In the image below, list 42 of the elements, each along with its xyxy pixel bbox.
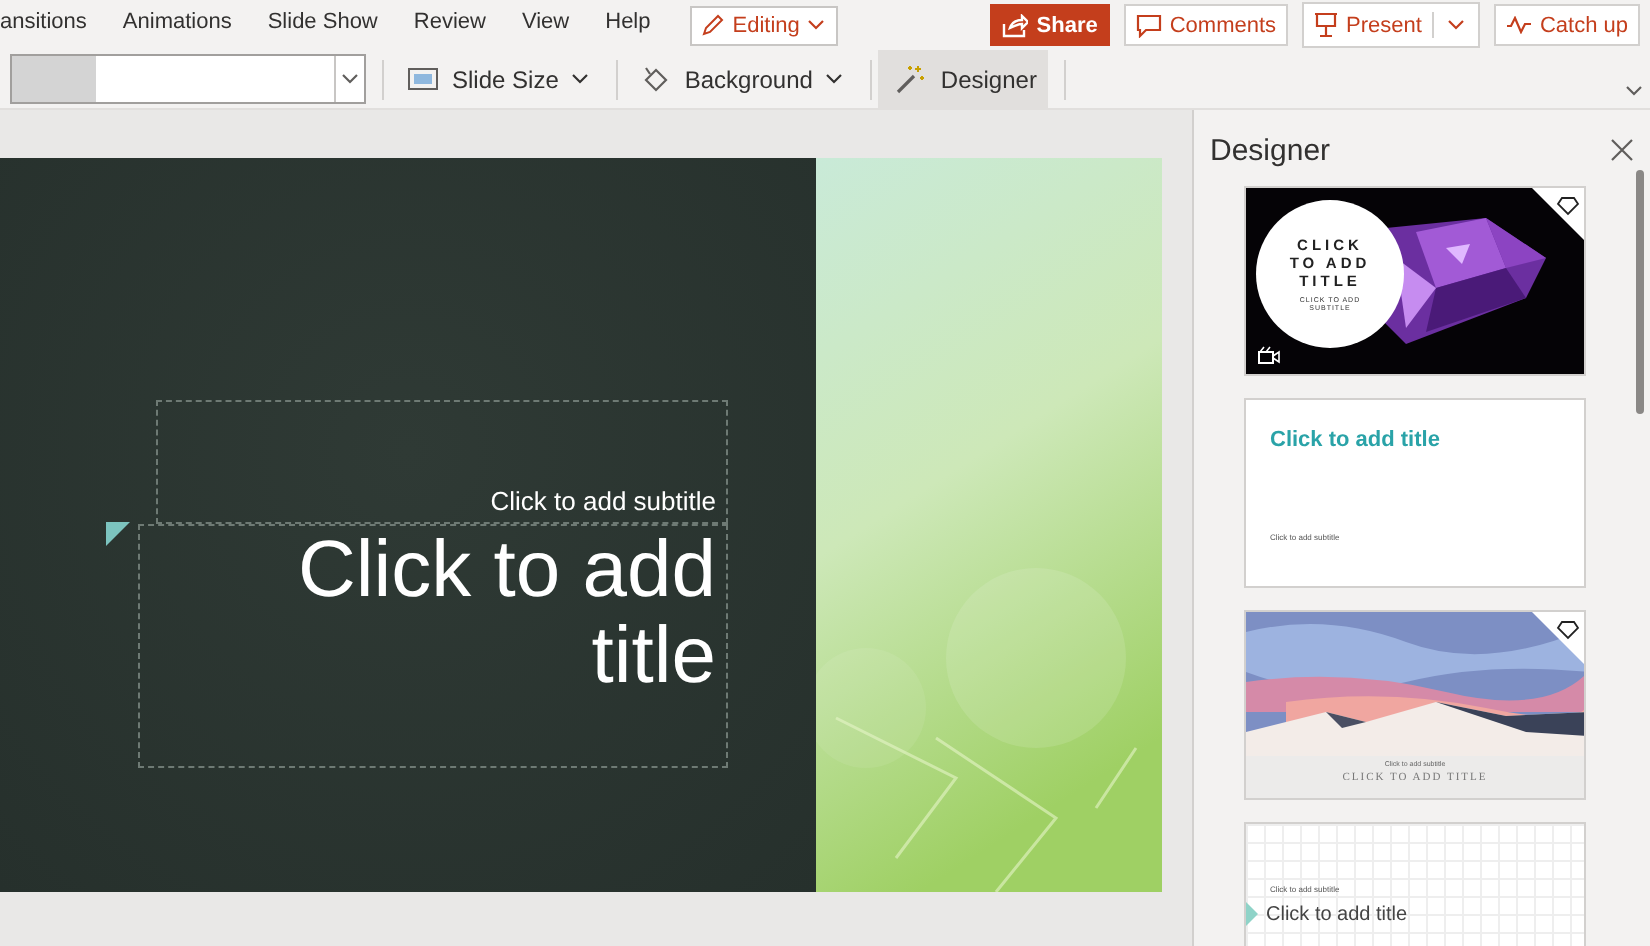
scrollbar-thumb[interactable]	[1636, 170, 1644, 414]
comment-icon	[1135, 13, 1162, 37]
premium-diamond-icon	[1532, 612, 1584, 664]
ribbon-tab[interactable]: View	[521, 10, 570, 34]
thumbnail-title: Click to add title	[1270, 428, 1442, 452]
toolbar-button[interactable]: Background	[624, 50, 855, 108]
ribbon-tab[interactable]: Review	[413, 10, 486, 34]
ribbon-tab[interactable]: Help	[605, 10, 651, 34]
caret-icon	[807, 20, 824, 30]
close-icon	[1610, 138, 1634, 162]
collapse-ribbon-icon	[1626, 86, 1642, 96]
presentation-icon	[1314, 12, 1339, 38]
comments-button[interactable]: Comments	[1123, 4, 1289, 46]
subtitle-placeholder[interactable]: Click to add subtitle	[156, 400, 728, 524]
close-button[interactable]	[1610, 138, 1634, 162]
caret-icon	[1447, 20, 1464, 30]
pane-title: Designer	[1210, 133, 1331, 167]
marker-icon	[1246, 902, 1258, 926]
variant-dropdown[interactable]	[10, 54, 366, 104]
video-icon	[1258, 346, 1280, 364]
pencil-icon	[702, 14, 725, 36]
share-icon	[1002, 13, 1029, 37]
thumbnail-title: Click to add title	[1266, 903, 1408, 925]
ribbon-tab[interactable]: Animations	[122, 10, 232, 34]
share-button[interactable]: Share	[990, 4, 1110, 46]
triangle-icon	[106, 522, 130, 546]
catch-up-button[interactable]: Catch up	[1493, 4, 1640, 46]
premium-diamond-icon	[1532, 188, 1584, 240]
subtitle-text: Click to add subtitle	[490, 486, 716, 516]
caret-icon	[572, 74, 589, 84]
caret-icon	[342, 74, 358, 84]
title-placeholder[interactable]: Click to add title	[138, 524, 728, 768]
title-text: Click to add title	[296, 528, 716, 700]
pulse-icon	[1505, 16, 1532, 34]
magic-wand-icon	[896, 64, 927, 94]
caret-icon	[826, 74, 843, 84]
slide-size-icon	[408, 68, 438, 90]
toolbar-button[interactable]: Slide Size	[390, 50, 601, 108]
ribbon-tab[interactable]: ansitions	[0, 10, 87, 34]
toolbar-button[interactable]: Designer	[878, 50, 1049, 108]
editing-mode-button[interactable]: Editing	[690, 5, 838, 45]
ribbon-tab[interactable]: Slide Show	[267, 10, 378, 34]
